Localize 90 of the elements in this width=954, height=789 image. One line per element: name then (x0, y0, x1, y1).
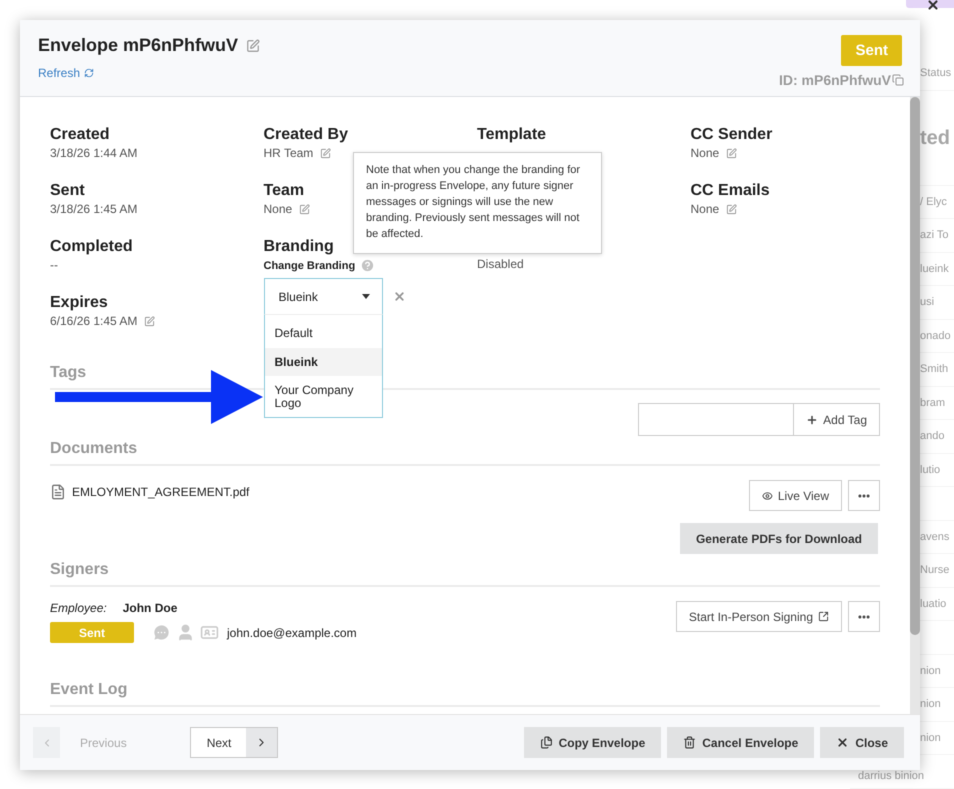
chat-icon[interactable] (152, 623, 171, 642)
document-name[interactable]: EMLOYMENT_AGREEMENT.pdf (72, 485, 250, 499)
field-value: 3/18/26 1:45 AM (50, 202, 138, 216)
next-button[interactable]: Next (190, 727, 278, 758)
live-view-button[interactable]: Live View (749, 480, 842, 511)
document-icon (50, 484, 66, 500)
list-row-text: usi (920, 296, 934, 308)
status-badge: Sent (841, 35, 902, 66)
list-row-text: nion (920, 698, 941, 710)
field-label: Created By (264, 126, 348, 144)
close-icon (836, 736, 850, 749)
field-label: Sent (50, 182, 85, 200)
clear-icon[interactable] (392, 290, 406, 303)
field-value: -- (50, 258, 58, 272)
field-label: Template (477, 126, 546, 144)
field-label: Branding (264, 238, 334, 256)
edit-icon[interactable] (726, 148, 738, 158)
list-row-text: ando (920, 430, 944, 442)
refresh-icon (84, 68, 94, 78)
caret-icon (362, 294, 370, 299)
tooltip: Note that when you change the branding for an in-progress Envelope, any future signer messages or signings will use the new branding. Previously sent messages will not be affected. (353, 152, 602, 254)
field-value: None (690, 202, 720, 216)
dropdown-option[interactable]: Default (264, 319, 382, 348)
edit-icon[interactable] (320, 148, 332, 158)
dropdown-option[interactable]: Blueink (264, 348, 382, 376)
tag-strip (906, 0, 954, 8)
field-label: CC Emails (690, 182, 770, 200)
add-tag-button[interactable]: Add Tag (793, 403, 880, 436)
branding-select[interactable]: Blueink (264, 278, 382, 315)
field-value: 3/18/26 1:44 AM (50, 146, 138, 160)
list-row-text: luatio (920, 598, 946, 610)
id-card-icon[interactable] (200, 623, 219, 642)
edit-icon[interactable] (726, 204, 738, 214)
plus-icon (806, 414, 818, 426)
field-label: CC Sender (690, 126, 772, 144)
list-row-text: / Elyc (920, 196, 947, 208)
field-value: Disabled (477, 257, 524, 271)
dialog-title: Envelope mP6nPhfwuV (38, 35, 238, 56)
edit-icon[interactable] (299, 204, 310, 214)
signer-email: john.doe@example.com (227, 626, 357, 640)
edit-icon[interactable] (144, 316, 156, 326)
eye-icon (762, 490, 773, 502)
field-value: None (264, 202, 292, 216)
in-person-signing-button[interactable]: Start In-Person Signing (676, 601, 842, 632)
edit-icon[interactable] (246, 38, 260, 52)
envelope-id: ID: mP6nPhfwuV (778, 72, 891, 88)
list-row-text: onado (920, 330, 951, 342)
cancel-button[interactable]: Cancel Envelope (667, 727, 814, 758)
list-row-text: Nurse (920, 564, 950, 576)
status-badge: Sent (50, 622, 134, 643)
section-heading: Signers (50, 561, 880, 587)
trash-icon (683, 736, 696, 749)
field-label: Team (264, 182, 304, 200)
column-header: Status (920, 67, 952, 80)
signer-name: John Doe (122, 601, 178, 615)
list-row-text: avens (920, 530, 950, 543)
field-value: HR Team (264, 146, 314, 160)
list-row-text: bram (920, 396, 946, 409)
list-row-text: darrius binion (858, 770, 924, 782)
refresh-link[interactable]: Refresh (38, 66, 260, 80)
page-heading: ted (920, 126, 950, 150)
field-label: Created (50, 126, 110, 144)
close-button[interactable]: Close (820, 727, 904, 758)
more-button[interactable] (848, 480, 880, 511)
list-row-text: Smith (920, 363, 948, 376)
field-label: Expires (50, 294, 108, 312)
more-button[interactable] (848, 601, 880, 632)
copy-icon (540, 736, 553, 749)
field-value: 6/16/26 1:45 AM (50, 314, 138, 328)
close-icon[interactable] (926, 0, 940, 12)
help-icon[interactable] (360, 258, 376, 273)
copy-icon[interactable] (892, 74, 904, 86)
list-row-text: nion (920, 732, 941, 744)
section-heading: Event Log (50, 681, 880, 707)
list-row-text: nion (920, 664, 941, 677)
copy-button[interactable]: Copy Envelope (524, 727, 662, 758)
section-heading: Documents (50, 440, 880, 466)
field-value: None (690, 146, 720, 160)
field-label: Completed (50, 238, 133, 256)
tag-input[interactable] (638, 403, 794, 436)
generate-pdfs-button[interactable]: Generate PDFs for Download (680, 523, 878, 554)
list-row-text: azi To (920, 229, 949, 242)
person-icon[interactable] (176, 623, 195, 642)
list-row-text: lutio (920, 464, 940, 476)
scrollbar-thumb[interactable] (910, 97, 920, 635)
signer-role: Employee: (50, 601, 107, 615)
field-sublabel: Change Branding (264, 260, 356, 272)
external-link-icon (818, 611, 829, 622)
dropdown-option[interactable]: Your Company Logo (264, 376, 382, 418)
list-row-text: lueink (920, 262, 949, 275)
